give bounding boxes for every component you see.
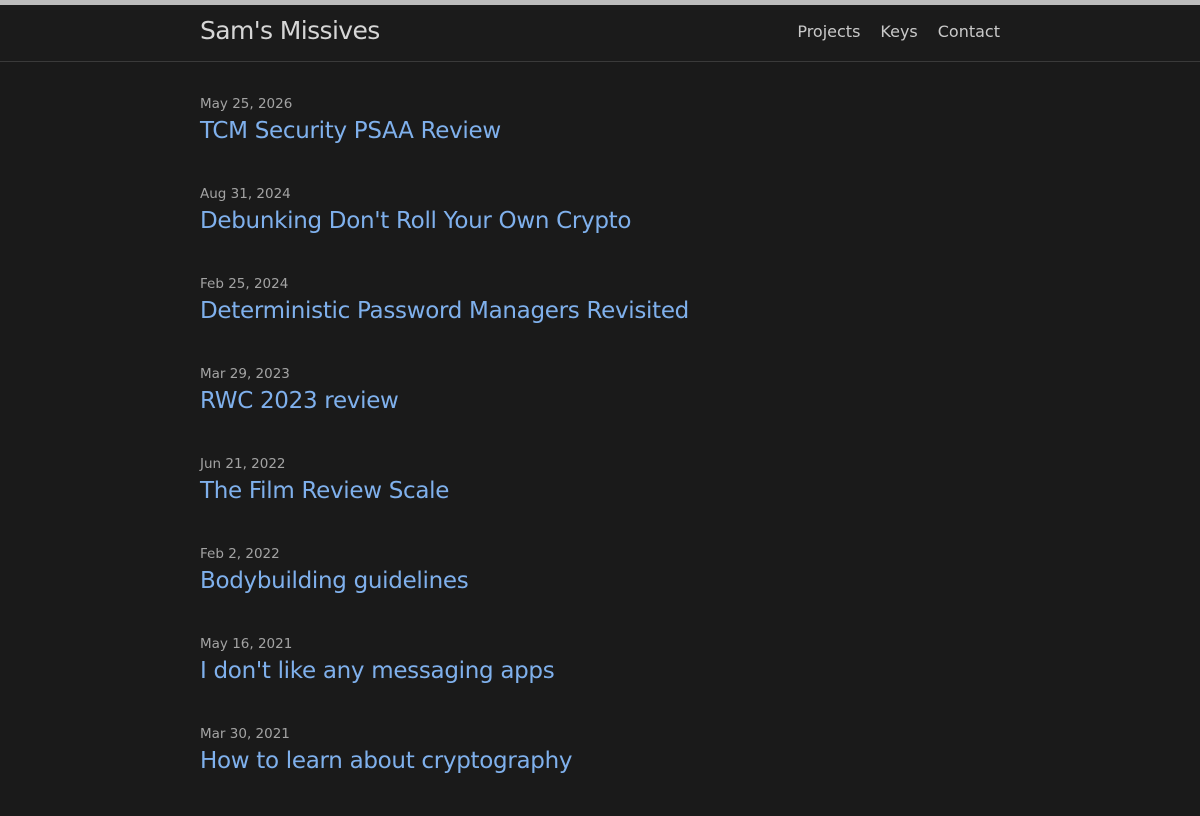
post-title-link[interactable]: How to learn about cryptography	[200, 748, 572, 774]
post-item: Feb 25, 2024 Deterministic Password Mana…	[200, 276, 1000, 366]
post-item: May 16, 2021 I don't like any messaging …	[200, 636, 1000, 726]
post-title-link[interactable]: TCM Security PSAA Review	[200, 118, 501, 144]
post-date: Mar 29, 2023	[200, 366, 290, 382]
post-item: Aug 31, 2024 Debunking Don't Roll Your O…	[200, 186, 1000, 276]
post-date: Feb 2, 2022	[200, 546, 280, 562]
post-list: May 25, 2026 TCM Security PSAA Review Au…	[200, 96, 1000, 816]
nav-link-projects[interactable]: Projects	[797, 22, 860, 41]
post-item: May 25, 2026 TCM Security PSAA Review	[200, 96, 1000, 186]
post-item: Mar 29, 2023 RWC 2023 review	[200, 366, 1000, 456]
post-item: Feb 2, 2022 Bodybuilding guidelines	[200, 546, 1000, 636]
post-date: Mar 30, 2021	[200, 726, 290, 742]
post-title-link[interactable]: Debunking Don't Roll Your Own Crypto	[200, 208, 631, 234]
post-title-link[interactable]: I don't like any messaging apps	[200, 658, 555, 684]
post-date: May 25, 2026	[200, 96, 293, 112]
post-title-link[interactable]: RWC 2023 review	[200, 388, 399, 414]
site-header: Sam's Missives Projects Keys Contact	[0, 5, 1200, 62]
post-title-link[interactable]: The Film Review Scale	[200, 478, 449, 504]
main-nav: Projects Keys Contact	[797, 22, 1000, 41]
nav-link-contact[interactable]: Contact	[938, 22, 1000, 41]
post-item: Mar 30, 2021 How to learn about cryptogr…	[200, 726, 1000, 816]
post-title-link[interactable]: Bodybuilding guidelines	[200, 568, 469, 594]
post-item: Jun 21, 2022 The Film Review Scale	[200, 456, 1000, 546]
post-date: Jun 21, 2022	[200, 456, 286, 472]
nav-link-keys[interactable]: Keys	[880, 22, 917, 41]
post-date: Feb 25, 2024	[200, 276, 289, 292]
post-date: Aug 31, 2024	[200, 186, 291, 202]
post-title-link[interactable]: Deterministic Password Managers Revisite…	[200, 298, 689, 324]
site-title-link[interactable]: Sam's Missives	[200, 16, 380, 45]
post-date: May 16, 2021	[200, 636, 293, 652]
